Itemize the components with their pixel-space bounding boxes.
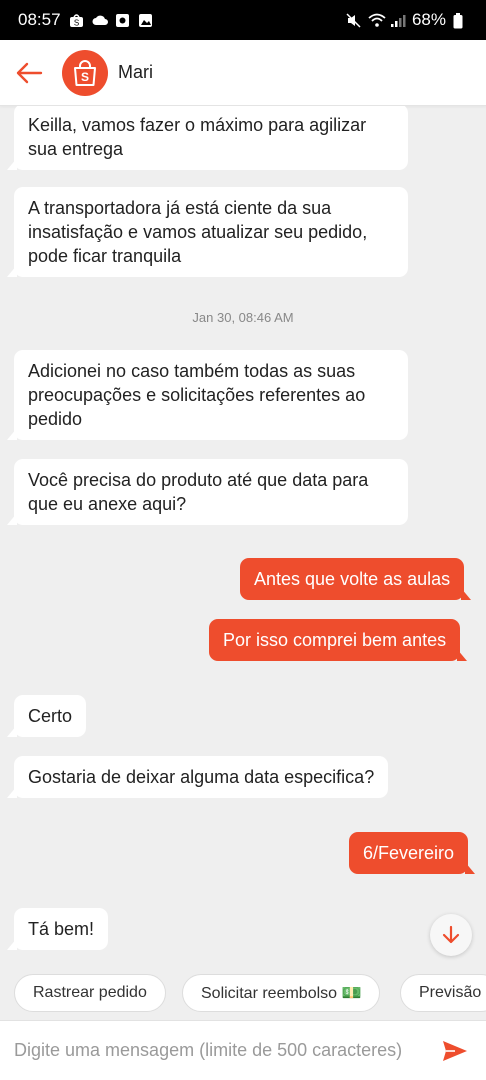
svg-text:S: S <box>81 70 89 84</box>
message-agent: Gostaria de deixar alguma data especific… <box>6 756 389 798</box>
scroll-to-bottom-button[interactable] <box>430 914 472 956</box>
camera-notification-icon <box>115 13 130 28</box>
message-agent: Você precisa do produto até que data par… <box>7 459 408 525</box>
message-agent: Adicionei no caso também todas as suas p… <box>7 350 408 440</box>
status-time: 08:57 <box>18 10 61 29</box>
contact-name: Mari <box>118 62 153 82</box>
message-agent: Certo <box>6 695 87 737</box>
battery-percent: 68% <box>411 10 446 29</box>
chat-messages[interactable]: Keilla, vamos fazer o máximo para agiliz… <box>0 106 486 964</box>
send-icon <box>443 1040 467 1061</box>
image-notification-icon <box>138 13 153 28</box>
chat-header: S Mari <box>0 40 486 106</box>
arrow-down-icon <box>442 925 460 944</box>
shopee-notification-icon: S <box>69 13 84 28</box>
back-arrow-icon <box>16 62 43 83</box>
message-timestamp: Jan 30, 08:46 AM <box>192 310 294 325</box>
message-user: 6/Fevereiro <box>349 832 476 874</box>
svg-text:S: S <box>73 18 78 27</box>
message-composer <box>0 1020 486 1080</box>
message-agent: A transportadora já está ciente da sua i… <box>7 187 408 277</box>
quick-reply-request-refund[interactable]: Solicitar reembolso 💵 <box>182 974 381 1012</box>
message-user: Antes que volte as aulas <box>240 558 472 600</box>
mute-icon <box>346 12 361 28</box>
message-input[interactable] <box>14 1040 430 1061</box>
send-button[interactable] <box>438 1034 472 1068</box>
quick-reply-forecast[interactable]: Previsão <box>400 974 486 1012</box>
back-button[interactable] <box>12 56 46 90</box>
signal-icon <box>390 13 406 28</box>
battery-icon <box>453 12 468 28</box>
quick-reply-track-order[interactable]: Rastrear pedido <box>14 974 166 1012</box>
cloud-icon <box>92 13 108 28</box>
contact-avatar[interactable]: S <box>62 49 108 96</box>
wifi-icon <box>368 13 386 28</box>
message-agent: Keilla, vamos fazer o máximo para agiliz… <box>7 106 408 170</box>
message-agent: Tá bem! <box>6 908 109 950</box>
message-user: Por isso comprei bem antes <box>209 619 468 661</box>
status-bar: 08:57 S 68% <box>0 0 486 40</box>
shopee-bag-icon: S <box>74 59 96 86</box>
quick-replies: Rastrear pedido Solicitar reembolso 💵 Pr… <box>0 974 486 1014</box>
